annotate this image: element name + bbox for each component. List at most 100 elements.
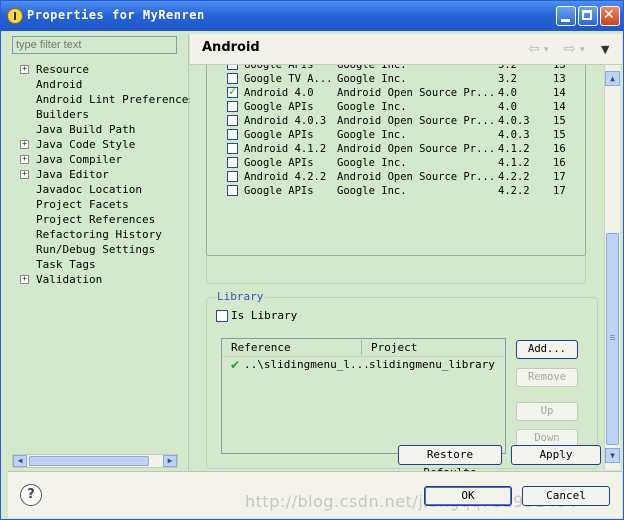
column-project[interactable]: Project bbox=[371, 341, 417, 354]
expand-plus-icon[interactable]: + bbox=[20, 65, 29, 74]
close-button[interactable]: ✕ bbox=[600, 6, 620, 26]
target-checkbox[interactable] bbox=[227, 171, 238, 182]
target-vendor: Google Inc. bbox=[337, 157, 407, 169]
vertical-scroll-thumb[interactable] bbox=[606, 233, 619, 445]
tree-item[interactable]: Android Lint Preferences bbox=[18, 92, 195, 107]
target-platform: 4.0.3 bbox=[498, 129, 530, 141]
target-vendor: Google Inc. bbox=[337, 185, 407, 197]
left-nav-panel: + Resource Android Android Lint Preferences… bbox=[8, 34, 195, 470]
dialog-button-bar: ? http://blog.csdn.net/jiangqq781931404 … bbox=[8, 471, 622, 518]
target-api-level: 14 bbox=[553, 101, 566, 113]
title-bar[interactable]: Properties for MyRenren ✕ bbox=[1, 1, 623, 31]
target-checkbox[interactable] bbox=[227, 143, 238, 154]
scroll-right-arrow-icon[interactable]: ▶ bbox=[163, 455, 177, 467]
up-button[interactable]: Up bbox=[516, 402, 578, 421]
tree-item[interactable]: + Validation bbox=[18, 272, 195, 287]
tree-item[interactable]: Builders bbox=[18, 107, 195, 122]
expand-plus-icon[interactable]: + bbox=[20, 155, 29, 164]
forward-arrow-icon[interactable]: ⇨ bbox=[564, 41, 576, 57]
restore-defaults-button[interactable]: Restore Defaults bbox=[398, 445, 502, 479]
grip-line bbox=[610, 337, 615, 338]
scroll-up-arrow-icon[interactable]: ▲ bbox=[605, 71, 620, 86]
add-button[interactable]: Add... bbox=[516, 340, 578, 359]
column-reference[interactable]: Reference bbox=[231, 341, 291, 354]
target-name: Google APIs bbox=[244, 101, 314, 113]
tree-item-label: Android bbox=[36, 78, 83, 91]
table-row[interactable]: Google APIs Google Inc. 4.0 14 bbox=[207, 100, 585, 114]
table-row[interactable]: Google APIs Google Inc. 4.2.2 17 bbox=[207, 184, 585, 198]
tree-item[interactable]: Refactoring History bbox=[18, 227, 195, 242]
forward-dropdown-icon[interactable]: ▾ bbox=[580, 45, 585, 55]
filter-input[interactable] bbox=[12, 36, 177, 54]
property-page: Android ⇦ ▾ ⇨ ▾ ▼ Google APIs Google Inc.… bbox=[190, 34, 622, 479]
tree-item[interactable]: + Java Code Style bbox=[18, 137, 195, 152]
back-arrow-icon[interactable]: ⇦ bbox=[528, 41, 540, 57]
tree-item[interactable]: Run/Debug Settings bbox=[18, 242, 195, 257]
is-library-checkbox[interactable] bbox=[216, 310, 228, 322]
target-api-level: 17 bbox=[553, 171, 566, 183]
tree-item-label: Java Code Style bbox=[36, 138, 136, 151]
target-checkbox[interactable] bbox=[227, 115, 238, 126]
minimize-button[interactable] bbox=[556, 6, 576, 26]
expand-plus-icon[interactable]: + bbox=[20, 140, 29, 149]
table-row[interactable]: Android 4.0.3 Android Open Source Pr... 4.… bbox=[207, 114, 585, 128]
tree-item[interactable]: + Java Editor bbox=[18, 167, 195, 182]
target-vendor: Google Inc. bbox=[337, 65, 407, 71]
target-vendor: Google Inc. bbox=[337, 73, 407, 85]
horizontal-scroll-thumb[interactable] bbox=[29, 456, 149, 466]
maximize-button[interactable] bbox=[578, 6, 598, 26]
table-row[interactable]: Google APIs Google Inc. 4.0.3 15 bbox=[207, 128, 585, 142]
view-menu-icon[interactable]: ▼ bbox=[601, 43, 609, 56]
tree-item-label: Task Tags bbox=[36, 258, 96, 271]
target-name: Android 4.0 bbox=[244, 87, 314, 99]
tree-item[interactable]: Project References bbox=[18, 212, 195, 227]
page-title: Android bbox=[202, 40, 260, 55]
table-row[interactable]: Google TV A... Google Inc. 3.2 13 bbox=[207, 72, 585, 86]
table-row[interactable]: Google APIs Google Inc. 3.2 13 bbox=[207, 65, 585, 72]
target-api-level: 15 bbox=[553, 129, 566, 141]
tree-item[interactable]: Java Build Path bbox=[18, 122, 195, 137]
target-checkbox[interactable] bbox=[227, 85, 238, 99]
target-checkbox[interactable] bbox=[227, 65, 238, 70]
table-row[interactable]: Google APIs Google Inc. 4.1.2 16 bbox=[207, 156, 585, 170]
scroll-down-arrow-icon[interactable]: ▼ bbox=[605, 448, 620, 463]
tree-item[interactable]: Android bbox=[18, 77, 195, 92]
target-checkbox[interactable] bbox=[227, 157, 238, 168]
cancel-button[interactable]: Cancel bbox=[522, 486, 610, 506]
target-vendor: Android Open Source Pr... bbox=[337, 143, 496, 155]
target-checkbox[interactable] bbox=[227, 129, 238, 140]
table-row[interactable]: ✔ ..\slidingmenu_l... slidingmenu_librar… bbox=[222, 357, 505, 373]
target-checkbox[interactable] bbox=[227, 73, 238, 84]
table-row[interactable]: Android 4.2.2 Android Open Source Pr... 4.… bbox=[207, 170, 585, 184]
tree-item-label: Builders bbox=[36, 108, 89, 121]
expand-plus-icon[interactable]: + bbox=[20, 275, 29, 284]
back-dropdown-icon[interactable]: ▾ bbox=[544, 45, 549, 55]
tree-item[interactable]: Javadoc Location bbox=[18, 182, 195, 197]
target-checkbox[interactable] bbox=[227, 101, 238, 112]
page-vertical-scrollbar[interactable]: ▲ ▼ bbox=[604, 65, 620, 470]
ok-button[interactable]: OK bbox=[424, 486, 512, 506]
properties-app-icon bbox=[7, 8, 23, 24]
minimize-icon bbox=[561, 19, 570, 22]
table-row[interactable]: Android 4.1.2 Android Open Source Pr... 4.… bbox=[207, 142, 585, 156]
tree-item[interactable]: + Resource bbox=[18, 62, 195, 77]
tree-item-label: Java Build Path bbox=[36, 123, 136, 136]
left-horizontal-scrollbar[interactable]: ◀ ▶ bbox=[12, 454, 178, 468]
expand-plus-icon[interactable]: + bbox=[20, 170, 29, 179]
remove-button[interactable]: Remove bbox=[516, 368, 578, 387]
target-checkbox[interactable] bbox=[227, 185, 238, 196]
column-separator[interactable] bbox=[361, 340, 362, 355]
apply-button[interactable]: Apply bbox=[511, 445, 601, 465]
tree-item[interactable]: + Java Compiler bbox=[18, 152, 195, 167]
tree-item[interactable]: Task Tags bbox=[18, 257, 195, 272]
target-vendor: Android Open Source Pr... bbox=[337, 115, 496, 127]
library-table-header: Reference Project bbox=[222, 339, 505, 357]
table-row[interactable]: Android 4.0 Android Open Source Pr...4.0 1… bbox=[207, 85, 585, 100]
tree-item[interactable]: Project Facets bbox=[18, 197, 195, 212]
scroll-left-arrow-icon[interactable]: ◀ bbox=[13, 455, 27, 467]
target-vendor: Google Inc. bbox=[337, 101, 407, 113]
help-icon[interactable]: ? bbox=[20, 484, 42, 506]
tree-item-label: Project Facets bbox=[36, 198, 129, 211]
target-name: Google APIs bbox=[244, 157, 314, 169]
tree-item-label: Resource bbox=[36, 63, 89, 76]
